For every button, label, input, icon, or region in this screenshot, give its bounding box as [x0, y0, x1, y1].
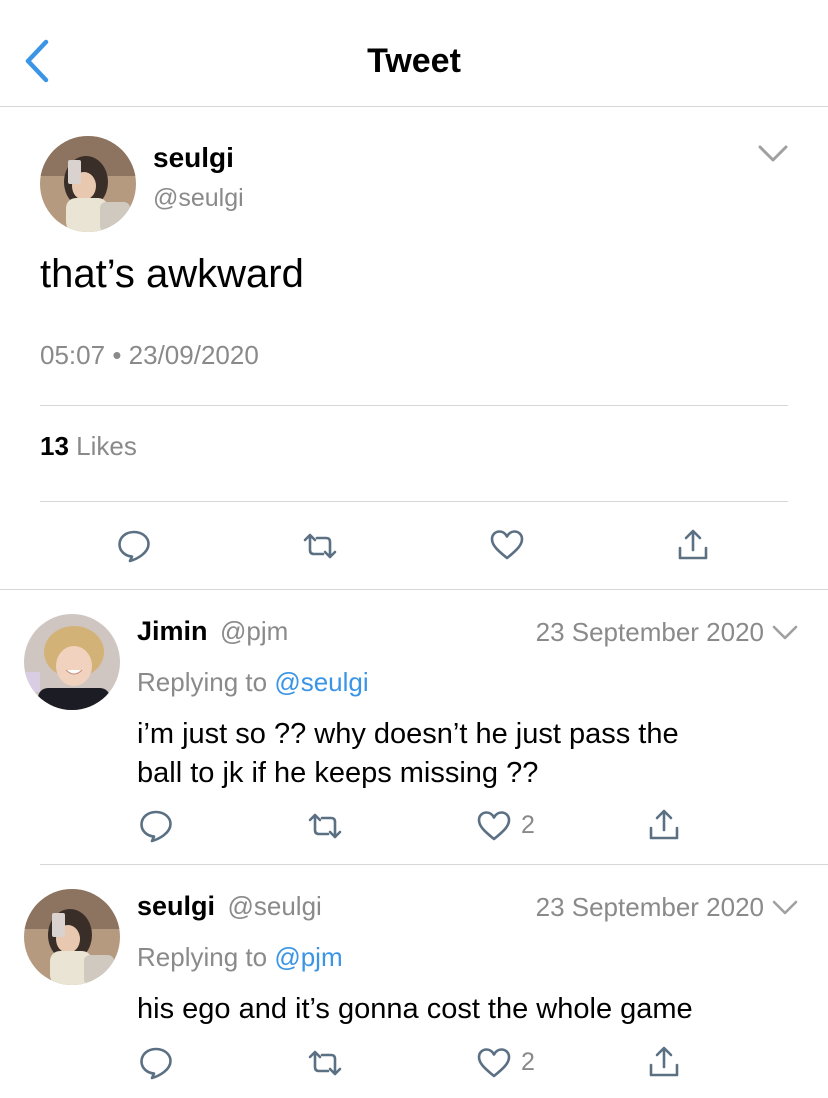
- mention-link[interactable]: @pjm: [274, 942, 342, 972]
- likes-stat[interactable]: 13 Likes: [40, 431, 137, 462]
- share-icon: [649, 1046, 679, 1077]
- avatar-photo: [24, 889, 120, 985]
- retweet-icon: [308, 1050, 342, 1076]
- avatar[interactable]: [24, 889, 120, 985]
- avatar[interactable]: [40, 136, 136, 232]
- like-count: 2: [521, 811, 535, 839]
- avatar[interactable]: [24, 614, 120, 710]
- share-button[interactable]: [648, 1045, 684, 1079]
- retweet-icon: [303, 533, 337, 559]
- divider: [40, 501, 788, 502]
- tweet-menu-button[interactable]: [772, 624, 798, 644]
- author-handle[interactable]: @pjm: [220, 616, 288, 646]
- retweet-button[interactable]: [307, 1047, 343, 1081]
- reply-button[interactable]: [116, 528, 152, 563]
- tweet-timestamp: 05:07 • 23/09/2020: [40, 340, 259, 371]
- reply-date[interactable]: 23 September 2020: [536, 892, 764, 923]
- tweet-date: 23/09/2020: [128, 340, 259, 370]
- timestamp-separator: •: [112, 340, 122, 370]
- reply-text: his ego and it’s gonna cost the whole ga…: [137, 990, 693, 1029]
- reply-text: i’m just so ?? why doesn’t he just pass …: [137, 715, 679, 793]
- comment-icon: [140, 810, 172, 843]
- share-icon: [649, 809, 679, 840]
- avatar-photo: [24, 614, 120, 710]
- share-icon: [678, 529, 708, 560]
- author-name[interactable]: Jimin: [137, 616, 208, 646]
- reply-header: seulgi @seulgi: [137, 891, 322, 922]
- like-button[interactable]: [489, 529, 525, 563]
- author-handle[interactable]: @seulgi: [153, 184, 244, 213]
- share-button[interactable]: [648, 808, 684, 842]
- share-button[interactable]: [677, 528, 713, 562]
- reply-button[interactable]: [138, 808, 174, 843]
- reply-text-line: i’m just so ?? why doesn’t he just pass …: [137, 718, 679, 750]
- avatar-photo: [40, 136, 136, 232]
- reply-text-line: ball to jk if he keeps missing ??: [137, 757, 539, 789]
- retweet-button[interactable]: [302, 530, 338, 564]
- like-button[interactable]: [476, 810, 512, 844]
- tweet-text: that’s awkward: [40, 252, 304, 296]
- comment-icon: [140, 1047, 172, 1080]
- reply-text-line: his ego and it’s gonna cost the whole ga…: [137, 993, 693, 1025]
- chevron-down-icon: [772, 625, 798, 640]
- replying-to: Replying to @pjm: [137, 942, 343, 973]
- reply-button[interactable]: [138, 1045, 174, 1080]
- divider: [40, 405, 788, 406]
- page-title: Tweet: [367, 42, 461, 80]
- heart-icon: [477, 1048, 511, 1078]
- divider: [40, 864, 828, 865]
- like-count: 2: [521, 1048, 535, 1076]
- chevron-down-icon: [758, 145, 788, 162]
- replying-to: Replying to @seulgi: [137, 667, 369, 698]
- tweet-menu-button[interactable]: [772, 899, 798, 919]
- chevron-down-icon: [772, 900, 798, 915]
- reply-date[interactable]: 23 September 2020: [536, 617, 764, 648]
- divider: [0, 589, 828, 590]
- top-nav-bar: Tweet: [0, 0, 828, 107]
- reply-header: Jimin @pjm: [137, 616, 288, 647]
- retweet-icon: [308, 813, 342, 839]
- replying-label: Replying to: [137, 942, 268, 972]
- author-name[interactable]: seulgi: [137, 891, 215, 921]
- tweet-menu-button[interactable]: [758, 144, 788, 164]
- likes-label: Likes: [76, 431, 137, 461]
- tweet-time: 05:07: [40, 340, 106, 370]
- author-name[interactable]: seulgi: [153, 142, 234, 174]
- replying-label: Replying to: [137, 667, 268, 697]
- comment-icon: [118, 530, 150, 563]
- heart-icon: [490, 530, 524, 560]
- heart-icon: [477, 811, 511, 841]
- retweet-button[interactable]: [307, 810, 343, 844]
- likes-count: 13: [40, 431, 69, 461]
- author-handle[interactable]: @seulgi: [227, 891, 321, 921]
- mention-link[interactable]: @seulgi: [274, 667, 368, 697]
- like-button[interactable]: [476, 1047, 512, 1081]
